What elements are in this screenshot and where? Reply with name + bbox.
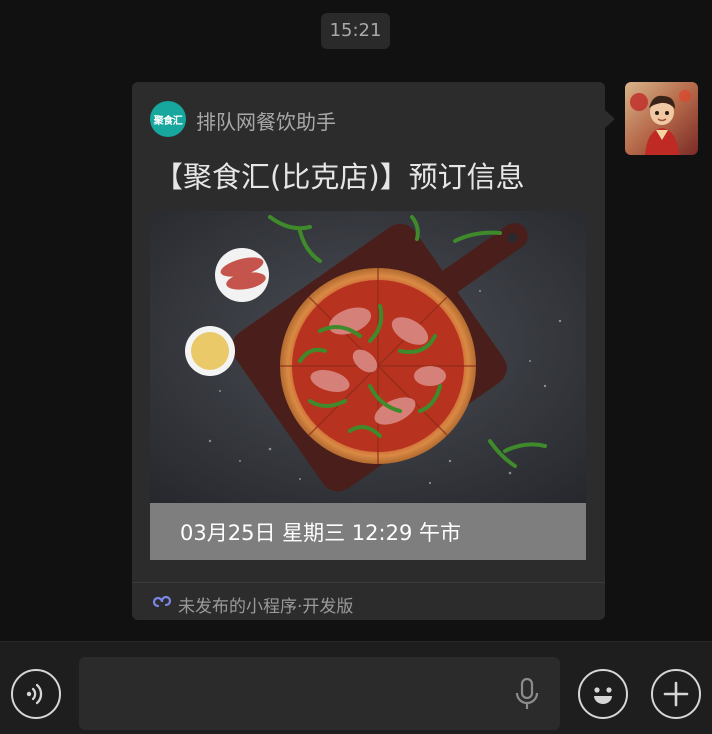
emoji-icon: [594, 687, 612, 704]
mini-program-icon: [152, 595, 172, 608]
card-footer-label: 未发布的小程序·开发版: [178, 597, 354, 617]
timestamp: 15:21: [321, 13, 390, 49]
avatar[interactable]: [625, 82, 698, 155]
pizza-photo: [150, 211, 586, 503]
message-input[interactable]: [79, 657, 560, 730]
reservation-info: 03月25日 星期三 12:29 午市: [180, 521, 461, 545]
voice-icon: [26, 683, 43, 705]
app-name: 排队网餐饮助手: [196, 110, 336, 134]
emoji-button[interactable]: [578, 669, 628, 719]
app-logo: 聚食汇: [150, 101, 186, 137]
more-button[interactable]: [651, 669, 701, 719]
divider: [132, 582, 605, 583]
card-title: 【聚食汇(比克店)】预订信息: [154, 160, 525, 194]
plus-icon: [663, 681, 689, 707]
card-pointer: [605, 110, 615, 128]
chat-input-bar: [0, 641, 712, 734]
mini-program-card[interactable]: 聚食汇 排队网餐饮助手 【聚食汇(比克店)】预订信息 03月25日 星期三 12…: [132, 82, 605, 620]
microphone-icon[interactable]: [514, 677, 540, 713]
reservation-info-bar: 03月25日 星期三 12:29 午市: [150, 503, 586, 560]
avatar-image: [625, 82, 698, 155]
voice-mode-button[interactable]: [11, 669, 61, 719]
